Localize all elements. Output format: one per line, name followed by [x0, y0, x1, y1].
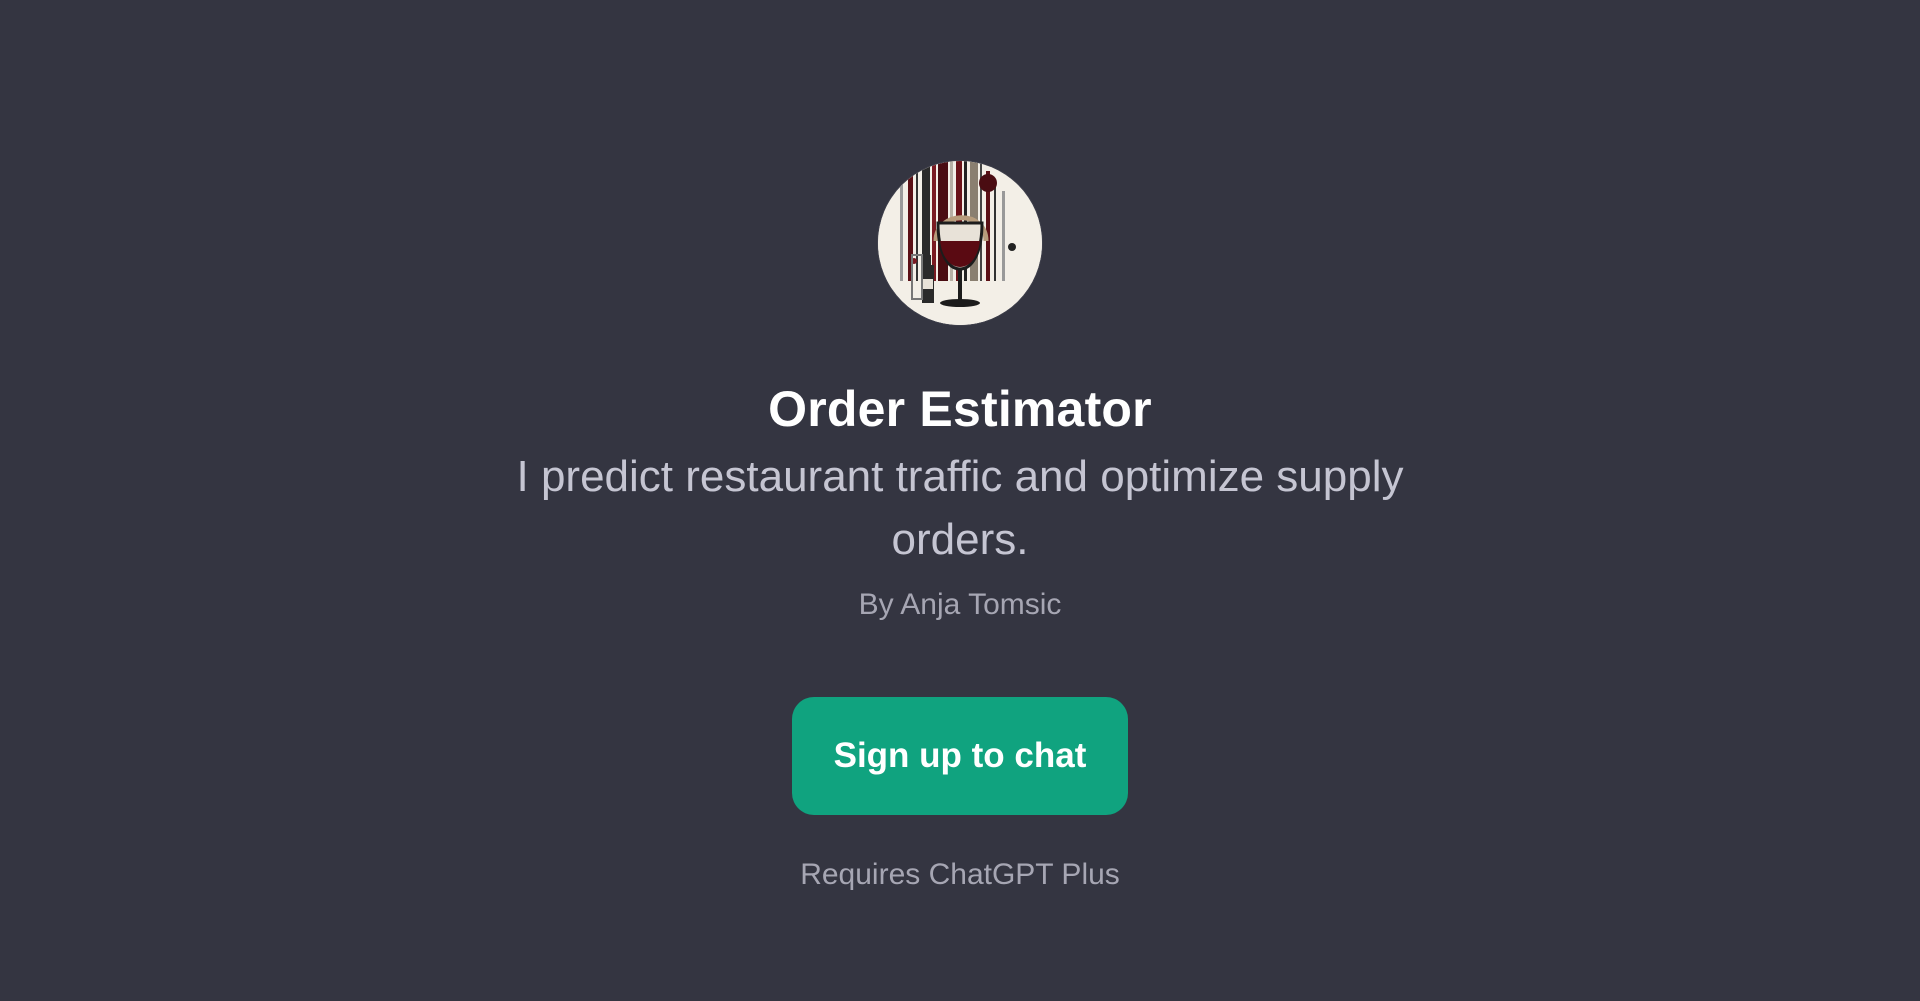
gpt-author: By Anja Tomsic: [858, 588, 1062, 621]
sign-up-button[interactable]: Sign up to chat: [792, 697, 1128, 815]
gpt-title: Order Estimator: [768, 381, 1152, 437]
requirement-note: Requires ChatGPT Plus: [800, 858, 1120, 891]
wine-glass-icon: [878, 161, 1042, 325]
gpt-description: I predict restaurant traffic and optimiz…: [516, 452, 1404, 564]
gpt-landing-page: Order Estimator I predict restaurant tra…: [0, 0, 1920, 1001]
gpt-avatar: [878, 161, 1042, 325]
